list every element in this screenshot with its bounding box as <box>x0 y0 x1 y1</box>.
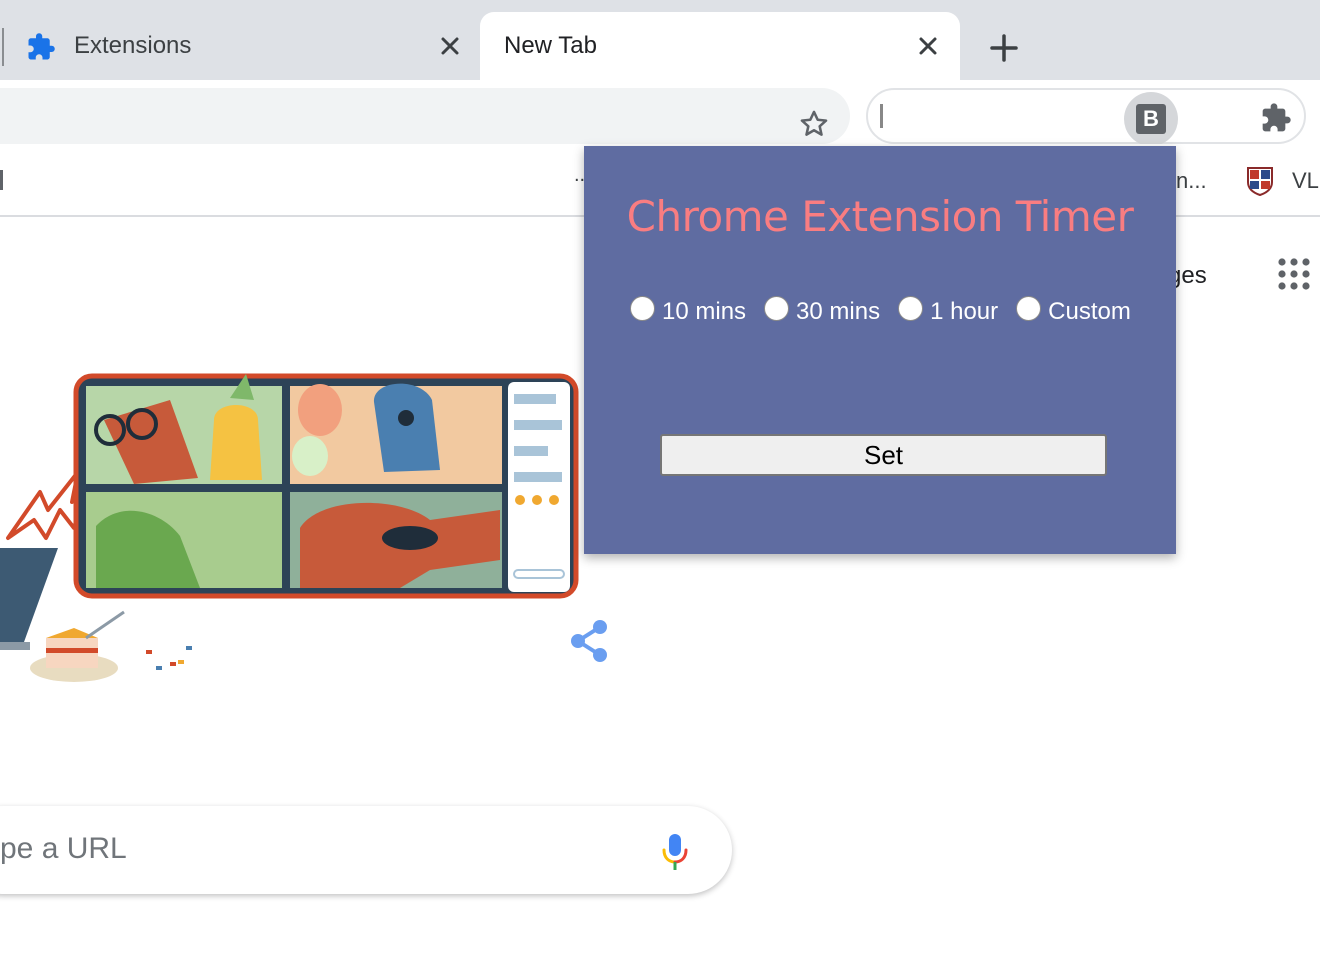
tab-strip: Extensions New Tab <box>0 0 1320 80</box>
extension-b-icon: B <box>1136 104 1166 134</box>
duration-options: 10 mins 30 mins 1 hour Custom <box>630 295 1149 326</box>
microphone-icon[interactable] <box>658 832 692 872</box>
apps-grid-icon[interactable] <box>1276 256 1312 292</box>
address-bar[interactable] <box>0 88 850 144</box>
radio-10-mins[interactable]: 10 mins <box>630 295 747 326</box>
google-doodle-image[interactable] <box>0 360 600 700</box>
radio-custom[interactable]: Custom <box>1016 295 1131 326</box>
popup-title: Chrome Extension Timer <box>626 192 1134 241</box>
extension-b-button[interactable]: B <box>1124 92 1178 146</box>
set-button[interactable]: Set <box>660 434 1107 476</box>
radio-30-mins[interactable]: 30 mins <box>764 295 881 326</box>
plus-icon[interactable] <box>986 30 1022 66</box>
tab-new-tab[interactable]: New Tab <box>480 12 960 80</box>
search-input[interactable]: pe a URL <box>0 832 127 866</box>
radio-label: Custom <box>1048 298 1131 325</box>
radio-circle[interactable] <box>1016 295 1042 321</box>
text-cursor <box>880 104 883 128</box>
radio-label: 30 mins <box>796 298 881 325</box>
star-icon[interactable] <box>797 107 831 141</box>
tab-label: New Tab <box>504 32 597 59</box>
radio-circle[interactable] <box>630 295 655 321</box>
tab-extensions[interactable]: Extensions <box>0 12 478 80</box>
toolbar: B <box>0 80 1320 146</box>
timer-popup: Chrome Extension Timer 10 mins 30 mins 1… <box>584 146 1176 554</box>
bookmark-item[interactable]: VL <box>1292 168 1319 194</box>
radio-circle[interactable] <box>898 295 924 321</box>
tab-separator <box>2 28 4 66</box>
radio-label: 1 hour <box>930 298 999 325</box>
tab-label: Extensions <box>74 32 192 59</box>
extensions-area: B <box>866 88 1306 146</box>
radio-circle[interactable] <box>764 295 790 321</box>
shield-icon <box>1247 167 1273 196</box>
radio-1-hour[interactable]: 1 hour <box>898 295 999 326</box>
search-box[interactable]: pe a URL <box>0 806 732 894</box>
share-icon[interactable] <box>568 618 614 664</box>
close-icon[interactable] <box>914 32 942 60</box>
close-icon[interactable] <box>436 32 464 60</box>
radio-label: 10 mins <box>662 298 747 325</box>
puzzle-icon <box>28 33 55 60</box>
puzzle-icon[interactable] <box>1260 102 1292 134</box>
bookmark-folder-edge[interactable] <box>0 170 3 190</box>
bookmark-item[interactable]: n... <box>1176 168 1207 194</box>
